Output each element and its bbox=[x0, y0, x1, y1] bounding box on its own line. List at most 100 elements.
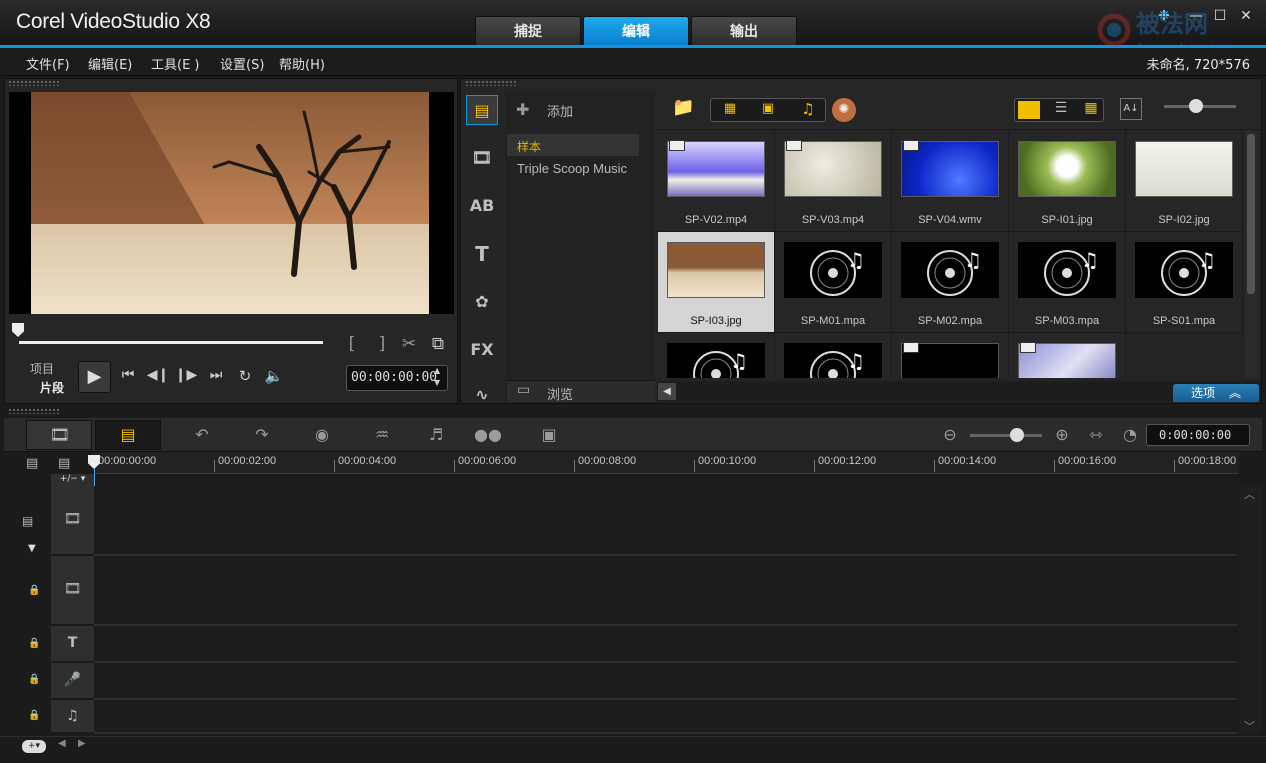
show-all-tracks-icon[interactable]: ▤ bbox=[26, 456, 38, 471]
zoom-knob[interactable] bbox=[1010, 428, 1024, 442]
thumbnail-size-knob[interactable] bbox=[1189, 99, 1203, 113]
minimize-button[interactable]: — bbox=[1186, 8, 1206, 24]
copy-clip-icon[interactable]: ⧉ bbox=[426, 334, 450, 354]
ripple-edit-icon[interactable]: ▤ bbox=[22, 514, 33, 528]
scroll-left-icon[interactable]: ◀ bbox=[658, 383, 676, 400]
library-thumbnail[interactable]: ♫ SP-M01.mpa bbox=[775, 232, 892, 333]
timeline-grip[interactable] bbox=[8, 408, 60, 414]
add-track-button[interactable]: +▾ bbox=[22, 740, 46, 753]
folder-icon[interactable]: 📁 bbox=[672, 97, 694, 118]
library-thumbnail[interactable]: ♫ bbox=[775, 333, 892, 378]
mode-project[interactable]: 项目 bbox=[30, 360, 54, 377]
track-manager-icon[interactable]: ▤ bbox=[58, 456, 70, 471]
sound-mixer-icon[interactable]: ♒ bbox=[366, 424, 398, 446]
ripple-dropdown-icon[interactable]: ▼ bbox=[28, 543, 36, 554]
subtitle-editor-icon[interactable]: ▣ bbox=[533, 424, 565, 446]
overlay-lock-icon[interactable]: 🔒 bbox=[28, 585, 40, 596]
scrub-bar[interactable] bbox=[19, 341, 323, 344]
end-icon[interactable]: ⏭ bbox=[204, 367, 228, 383]
video-filter-icon[interactable]: ▦ bbox=[716, 101, 744, 119]
motion-tracking-icon[interactable]: ●● bbox=[472, 424, 504, 446]
voice-track[interactable] bbox=[94, 663, 1237, 700]
audio-filter-icon[interactable]: ♫ bbox=[794, 100, 822, 118]
voice-lock-icon[interactable]: 🔒 bbox=[28, 674, 40, 685]
video-track[interactable] bbox=[94, 486, 1237, 556]
fit-project-icon[interactable]: ⇿ bbox=[1080, 424, 1112, 446]
library-thumbnail[interactable] bbox=[892, 333, 1009, 378]
menu-tools[interactable]: 工具(E ) bbox=[151, 54, 200, 73]
volume-icon[interactable]: 🔈 bbox=[261, 367, 287, 385]
player-timecode[interactable]: 00:00:00:00 bbox=[346, 365, 448, 391]
media-category-icon[interactable]: ▤ bbox=[466, 95, 498, 125]
duration-icon[interactable]: ◔ bbox=[1114, 424, 1146, 446]
library-thumbnail[interactable]: SP-I01.jpg bbox=[1009, 131, 1126, 232]
library-thumbnail[interactable]: ♫ bbox=[658, 333, 775, 378]
overlay-track[interactable] bbox=[94, 556, 1237, 626]
maximize-button[interactable]: ☐ bbox=[1210, 8, 1230, 24]
zoom-slider[interactable] bbox=[970, 434, 1042, 437]
auto-music-icon[interactable]: ♬ bbox=[420, 424, 452, 446]
mark-out-icon[interactable]: ] bbox=[372, 334, 392, 354]
redo-icon[interactable]: ↷ bbox=[246, 424, 278, 446]
folder-sample[interactable]: 样本 bbox=[517, 138, 541, 155]
options-button[interactable]: 选项 ︽ bbox=[1173, 384, 1259, 402]
video-track-header[interactable]: 🎞 bbox=[51, 486, 94, 556]
menu-settings[interactable]: 设置(S) bbox=[220, 54, 264, 73]
instant-project-icon[interactable]: 🎞 bbox=[466, 143, 498, 173]
undo-icon[interactable]: ↶ bbox=[186, 424, 218, 446]
menu-file[interactable]: 文件(F) bbox=[26, 54, 70, 73]
menu-help[interactable]: 帮助(H) bbox=[279, 54, 325, 73]
library-scroll-thumb[interactable] bbox=[1247, 134, 1255, 294]
grid-view-icon[interactable]: ▦ bbox=[1080, 100, 1102, 116]
play-button[interactable]: ▶ bbox=[78, 361, 111, 393]
music-lock-icon[interactable]: 🔒 bbox=[28, 710, 40, 721]
add-folder-button[interactable]: 添加 bbox=[547, 101, 573, 120]
tab-edit[interactable]: 编辑 bbox=[583, 16, 689, 46]
close-button[interactable]: ✕ bbox=[1236, 8, 1256, 24]
library-thumbnail[interactable]: ♫ SP-M03.mpa bbox=[1009, 232, 1126, 333]
tab-capture[interactable]: 捕捉 bbox=[475, 16, 581, 46]
filter-icon[interactable]: FX bbox=[466, 335, 498, 365]
path-icon[interactable]: ∿ bbox=[466, 380, 498, 410]
graphic-icon[interactable]: ✿ bbox=[466, 287, 498, 317]
library-grip[interactable] bbox=[465, 80, 517, 86]
zoom-out-icon[interactable]: ⊖ bbox=[934, 424, 966, 446]
folder-triple-scoop[interactable]: Triple Scoop Music bbox=[517, 161, 627, 176]
library-thumbnail[interactable]: SP-I02.jpg bbox=[1126, 131, 1243, 232]
title-track-header[interactable]: T bbox=[51, 626, 94, 663]
library-thumbnail[interactable]: ♫ SP-S01.mpa bbox=[1126, 232, 1243, 333]
voice-track-header[interactable]: 🎤 bbox=[51, 663, 94, 700]
library-thumbnail[interactable]: SP-V02.mp4 bbox=[658, 131, 775, 232]
timecode-up-icon[interactable]: ▲ bbox=[434, 366, 440, 375]
cut-icon[interactable]: ✂ bbox=[398, 334, 420, 354]
scroll-up-icon[interactable]: ︿ bbox=[1244, 486, 1255, 502]
browse-icon[interactable]: ▭ bbox=[517, 382, 530, 398]
library-thumbnail[interactable]: ♫ SP-M02.mpa bbox=[892, 232, 1009, 333]
timeline-timecode[interactable]: 0:00:00:00 bbox=[1146, 424, 1250, 446]
music-track-header[interactable]: ♫ bbox=[51, 700, 94, 734]
effects-reel-icon[interactable]: ✺ bbox=[832, 98, 856, 122]
help-icon[interactable]: ❉ bbox=[1154, 8, 1174, 24]
timeline-scrollbar[interactable] bbox=[1239, 486, 1261, 734]
timeline-scroll-left-icon[interactable]: ◀ bbox=[58, 738, 66, 749]
add-remove-chapter[interactable]: +/− ▾ bbox=[51, 474, 94, 486]
title-icon[interactable]: T bbox=[466, 239, 498, 269]
tab-share[interactable]: 输出 bbox=[691, 16, 797, 46]
mode-clip[interactable]: 片段 bbox=[40, 379, 64, 396]
timeline-scroll-right-icon[interactable]: ▶ bbox=[78, 738, 86, 749]
zoom-in-icon[interactable]: ⊕ bbox=[1046, 424, 1078, 446]
timecode-down-icon[interactable]: ▼ bbox=[434, 378, 440, 387]
sort-icon[interactable]: A↓ bbox=[1120, 98, 1142, 120]
home-icon[interactable]: ⏮ bbox=[116, 367, 140, 383]
scroll-down-icon[interactable]: ﹀ bbox=[1244, 718, 1255, 734]
mark-in-icon[interactable]: [ bbox=[342, 334, 362, 354]
previous-frame-icon[interactable]: ◀❙ bbox=[146, 367, 170, 383]
library-thumbnail[interactable]: SP-V03.mp4 bbox=[775, 131, 892, 232]
next-frame-icon[interactable]: ❙▶ bbox=[174, 367, 198, 383]
photo-filter-icon[interactable]: ▣ bbox=[754, 101, 782, 119]
add-icon[interactable]: ✚ bbox=[516, 100, 529, 119]
player-grip[interactable] bbox=[8, 80, 60, 86]
library-thumbnail[interactable]: SP-V04.wmv bbox=[892, 131, 1009, 232]
library-thumbnail[interactable] bbox=[1009, 333, 1126, 378]
transition-icon[interactable]: AB bbox=[466, 191, 498, 221]
